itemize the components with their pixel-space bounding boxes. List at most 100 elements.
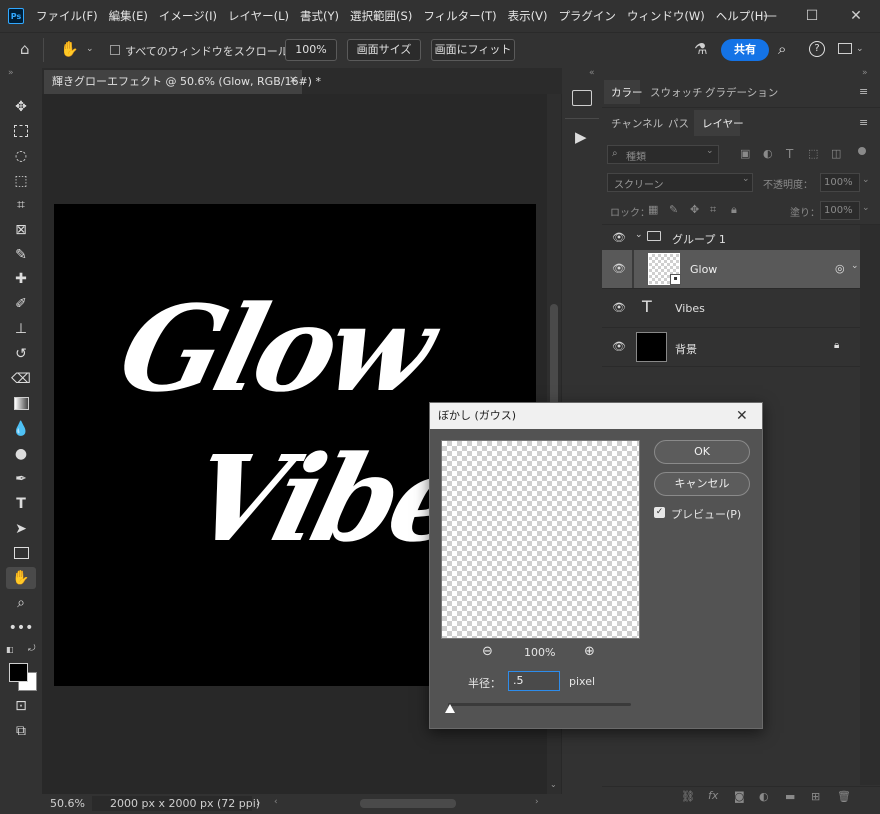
play-actions-icon[interactable]: ▶	[575, 128, 587, 146]
pen-tool-icon[interactable]: ✒	[0, 468, 42, 490]
adjustment-layer-icon[interactable]: ◐	[759, 790, 769, 803]
lock-artboard-icon[interactable]: ⌗	[710, 203, 716, 217]
collapse-icon[interactable]: »	[8, 68, 14, 78]
chevron-down-icon[interactable]: ⌄	[86, 44, 94, 54]
eyedropper-tool-icon[interactable]: ✎	[0, 244, 42, 266]
horizontal-scroll-thumb[interactable]	[360, 799, 456, 808]
menu-layer[interactable]: レイヤー(L)	[228, 8, 289, 24]
tab-layers[interactable]: レイヤー	[702, 116, 744, 131]
scroll-all-checkbox[interactable]	[110, 45, 120, 55]
chevron-down-icon[interactable]: ⌄	[862, 203, 870, 213]
more-tools-icon[interactable]: •••	[0, 617, 42, 639]
layers-scrollbar[interactable]	[860, 225, 880, 785]
layer-row-glow[interactable]: 👁︎ ▪ Glow ◎ ⌄	[602, 250, 860, 289]
history-brush-tool-icon[interactable]: ↺	[0, 343, 42, 365]
zoom-value-field[interactable]: 100%	[285, 39, 337, 61]
crop-tool-icon[interactable]: ⌗	[0, 194, 42, 216]
swap-colors-icon[interactable]: ⤾	[28, 644, 36, 654]
clone-stamp-tool-icon[interactable]: ⊥	[0, 318, 42, 340]
minimize-icon[interactable]: —	[748, 0, 792, 32]
flask-icon[interactable]: ⚗	[694, 40, 707, 58]
healing-brush-tool-icon[interactable]: ✚	[0, 268, 42, 290]
zoom-out-icon[interactable]: ⊖	[482, 644, 493, 659]
close-tab-icon[interactable]: ✕	[289, 75, 297, 86]
fill-field[interactable]: 100%	[820, 201, 860, 220]
zoom-tool-icon[interactable]: ⌕	[0, 592, 42, 614]
chevron-down-icon[interactable]: ⌄	[851, 261, 859, 271]
zoom-in-icon[interactable]: ⊕	[584, 644, 595, 659]
tab-channels[interactable]: チャンネル	[611, 116, 663, 131]
fill-screen-button[interactable]: 画面にフィット	[431, 39, 515, 61]
filter-toggle-icon[interactable]	[858, 147, 866, 155]
menu-view[interactable]: 表示(V)	[508, 8, 548, 24]
new-group-icon[interactable]: ▬	[785, 790, 795, 803]
default-colors-icon[interactable]: ◧	[6, 645, 14, 654]
path-select-tool-icon[interactable]: ➤	[0, 518, 42, 540]
link-layers-icon[interactable]: ⛓	[681, 790, 695, 803]
blend-mode-select[interactable]: スクリーン ⌄	[607, 173, 753, 192]
maximize-icon[interactable]: ☐	[790, 0, 834, 32]
scroll-left-icon[interactable]: ‹	[274, 797, 278, 807]
collapse-icon[interactable]: «	[589, 68, 595, 78]
gradient-tool-icon[interactable]	[0, 392, 42, 414]
radius-slider-thumb[interactable]	[445, 704, 455, 713]
panel-menu-icon[interactable]: ≡	[859, 116, 868, 129]
preview-checkbox[interactable]: ✓	[654, 507, 665, 518]
menu-window[interactable]: ウィンドウ(W)	[627, 8, 705, 24]
menu-edit[interactable]: 編集(E)	[109, 8, 148, 24]
libraries-icon[interactable]	[572, 90, 592, 106]
screen-mode-icon[interactable]: ⧉	[0, 720, 42, 742]
help-icon[interactable]: ?	[809, 41, 825, 57]
visibility-eye-icon[interactable]: 👁︎	[612, 232, 626, 244]
chevron-down-icon[interactable]: ⌄	[862, 175, 870, 185]
lock-icon[interactable]: 🔒︎	[834, 340, 839, 351]
lock-image-icon[interactable]: ✎	[669, 203, 678, 216]
filter-pixel-icon[interactable]: ▣	[740, 147, 750, 160]
fx-icon[interactable]: fx	[708, 789, 718, 802]
marquee-tool-icon[interactable]	[0, 120, 42, 142]
scroll-down-icon[interactable]: ⌄	[550, 780, 557, 789]
filter-smart-object-icon[interactable]: ◫	[831, 147, 841, 160]
hand-tool-icon[interactable]: ✋	[60, 40, 80, 60]
frame-tool-icon[interactable]: ⊠	[0, 219, 42, 241]
layer-row-background[interactable]: 👁︎ 背景 🔒︎	[602, 328, 860, 367]
chevron-down-icon[interactable]: ⌄	[856, 44, 864, 54]
menu-file[interactable]: ファイル(F)	[36, 8, 98, 24]
fit-screen-button[interactable]: 画面サイズ	[347, 39, 421, 61]
delete-layer-icon[interactable]: 🗑︎	[837, 790, 851, 803]
document-tab[interactable]: 輝きグローエフェクト @ 50.6% (Glow, RGB/16#) *	[44, 70, 321, 94]
filter-type-icon[interactable]: T	[786, 147, 793, 161]
opacity-field[interactable]: 100%	[820, 173, 860, 192]
filter-adjustment-icon[interactable]: ◐	[763, 147, 773, 160]
tab-swatches[interactable]: スウォッチ	[650, 85, 703, 100]
object-select-tool-icon[interactable]: ⬚	[0, 170, 42, 192]
menu-type[interactable]: 書式(Y)	[300, 8, 339, 24]
blur-tool-icon[interactable]: 💧	[0, 418, 42, 440]
menu-select[interactable]: 選択範囲(S)	[350, 8, 412, 24]
status-menu-arrow[interactable]: ›	[256, 796, 260, 809]
tab-gradients[interactable]: グラデーション	[705, 85, 778, 100]
dodge-tool-icon[interactable]: ●	[0, 443, 42, 465]
lasso-tool-icon[interactable]: ◌	[0, 145, 42, 167]
rectangle-tool-icon[interactable]	[0, 542, 42, 564]
visibility-eye-icon[interactable]: 👁︎	[612, 302, 626, 314]
lock-transparent-icon[interactable]: ▦	[648, 203, 658, 216]
visibility-eye-icon[interactable]: 👁︎	[612, 341, 626, 353]
eraser-tool-icon[interactable]: ⌫	[0, 368, 42, 390]
cancel-button[interactable]: キャンセル	[654, 472, 750, 496]
visibility-eye-icon[interactable]: 👁︎	[612, 263, 626, 275]
tab-color[interactable]: カラー	[611, 85, 643, 100]
share-button[interactable]: 共有	[721, 39, 769, 61]
move-tool-icon[interactable]: ✥	[0, 96, 42, 118]
filter-shape-icon[interactable]: ⬚	[808, 147, 818, 160]
zoom-level[interactable]: 50.6%	[50, 797, 85, 810]
close-window-icon[interactable]: ✕	[834, 0, 878, 32]
brush-tool-icon[interactable]: ✐	[0, 293, 42, 315]
radius-input[interactable]: .5	[508, 671, 560, 691]
blur-preview[interactable]	[441, 440, 640, 639]
workspace-icon[interactable]	[838, 43, 852, 54]
ok-button[interactable]: OK	[654, 440, 750, 464]
layer-row-group[interactable]: 👁︎ ⌄ グループ 1	[602, 225, 860, 251]
foreground-color-swatch[interactable]	[9, 663, 28, 682]
scroll-right-icon[interactable]: ›	[535, 797, 539, 807]
